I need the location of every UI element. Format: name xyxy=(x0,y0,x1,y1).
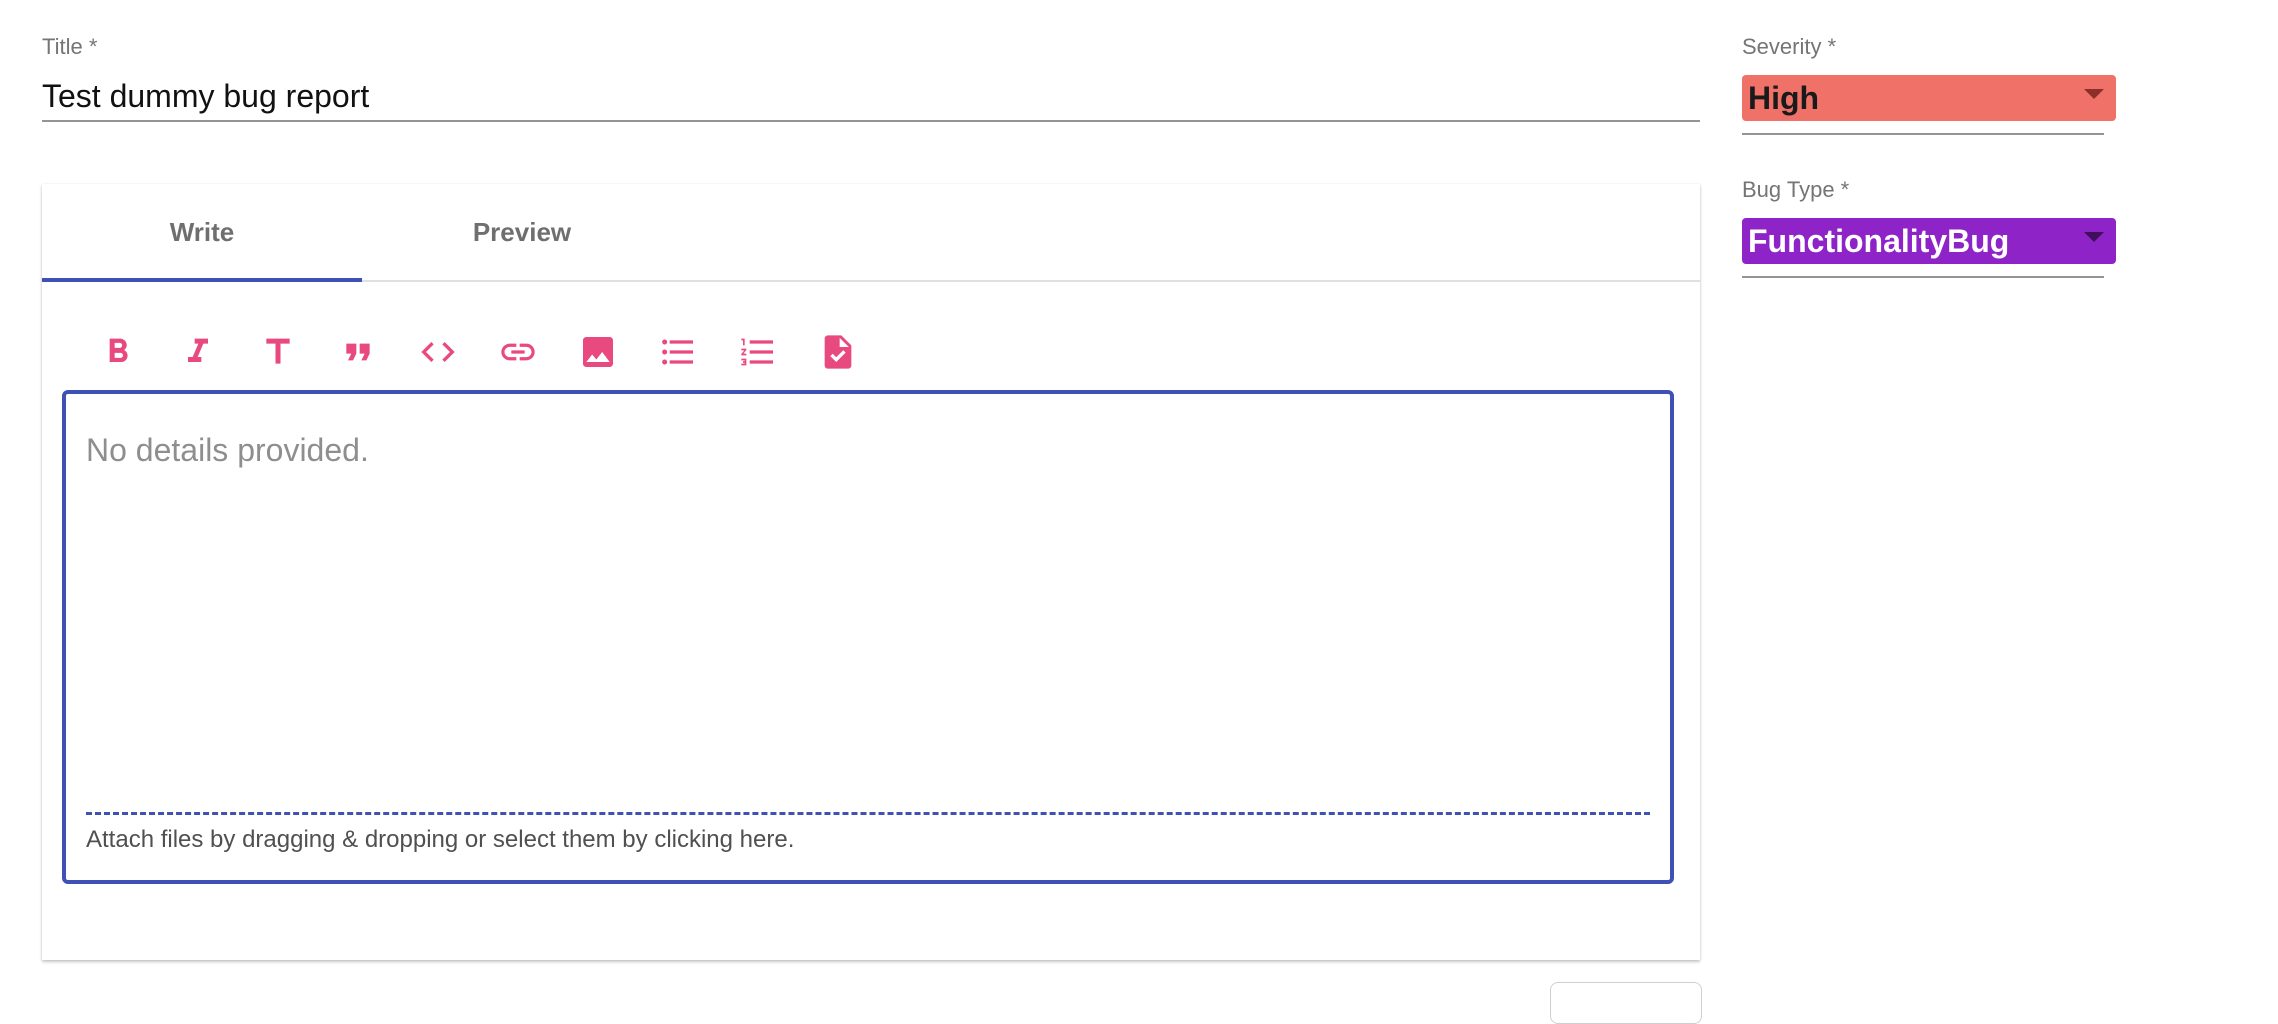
tab-preview[interactable]: Preview xyxy=(362,184,682,280)
link-button[interactable] xyxy=(478,320,558,384)
severity-label: Severity * xyxy=(1742,34,1837,59)
bold-icon xyxy=(109,338,128,362)
ordered-list-button[interactable] xyxy=(718,320,798,384)
title-label: Title * xyxy=(42,34,98,59)
image-button[interactable] xyxy=(558,320,638,384)
checked-list-icon xyxy=(824,335,852,369)
severity-select[interactable]: High xyxy=(1742,75,2116,121)
checked-list-button[interactable] xyxy=(798,320,878,384)
quote-icon xyxy=(346,343,370,361)
unordered-list-button[interactable] xyxy=(638,320,718,384)
bold-button[interactable] xyxy=(78,320,158,384)
severity-underline xyxy=(1742,133,2104,135)
editor-textarea[interactable]: No details provided. Attach files by dra… xyxy=(62,390,1674,884)
editor-toolbar xyxy=(78,320,878,384)
header-button[interactable] xyxy=(238,320,318,384)
italic-icon xyxy=(188,338,208,362)
bug-type-value: FunctionalityBug xyxy=(1748,222,2010,259)
image-icon xyxy=(583,337,613,367)
title-input[interactable] xyxy=(42,72,1700,122)
dropzone-divider xyxy=(86,812,1650,815)
bug-type-underline xyxy=(1742,276,2104,278)
italic-button[interactable] xyxy=(158,320,238,384)
markdown-editor: Write Preview No details provided. Attac… xyxy=(42,184,1700,960)
unordered-list-icon xyxy=(662,339,693,365)
chevron-down-icon xyxy=(2084,89,2104,99)
tab-write[interactable]: Write xyxy=(42,184,362,282)
code-button[interactable] xyxy=(398,320,478,384)
attach-files-dropzone[interactable]: Attach files by dragging & dropping or s… xyxy=(86,826,794,854)
editor-tabs: Write Preview xyxy=(42,184,1700,282)
bug-type-label: Bug Type * xyxy=(1742,177,1850,202)
ordered-list-icon xyxy=(741,338,773,366)
code-icon xyxy=(421,342,455,362)
submit-button[interactable] xyxy=(1550,982,1702,1024)
chevron-down-icon xyxy=(2084,232,2104,242)
header-icon xyxy=(266,338,290,364)
editor-content: No details provided. xyxy=(86,432,369,468)
quote-button[interactable] xyxy=(318,320,398,384)
bug-type-select[interactable]: FunctionalityBug xyxy=(1742,218,2116,264)
severity-value: High xyxy=(1748,79,1820,116)
link-icon xyxy=(501,343,535,361)
